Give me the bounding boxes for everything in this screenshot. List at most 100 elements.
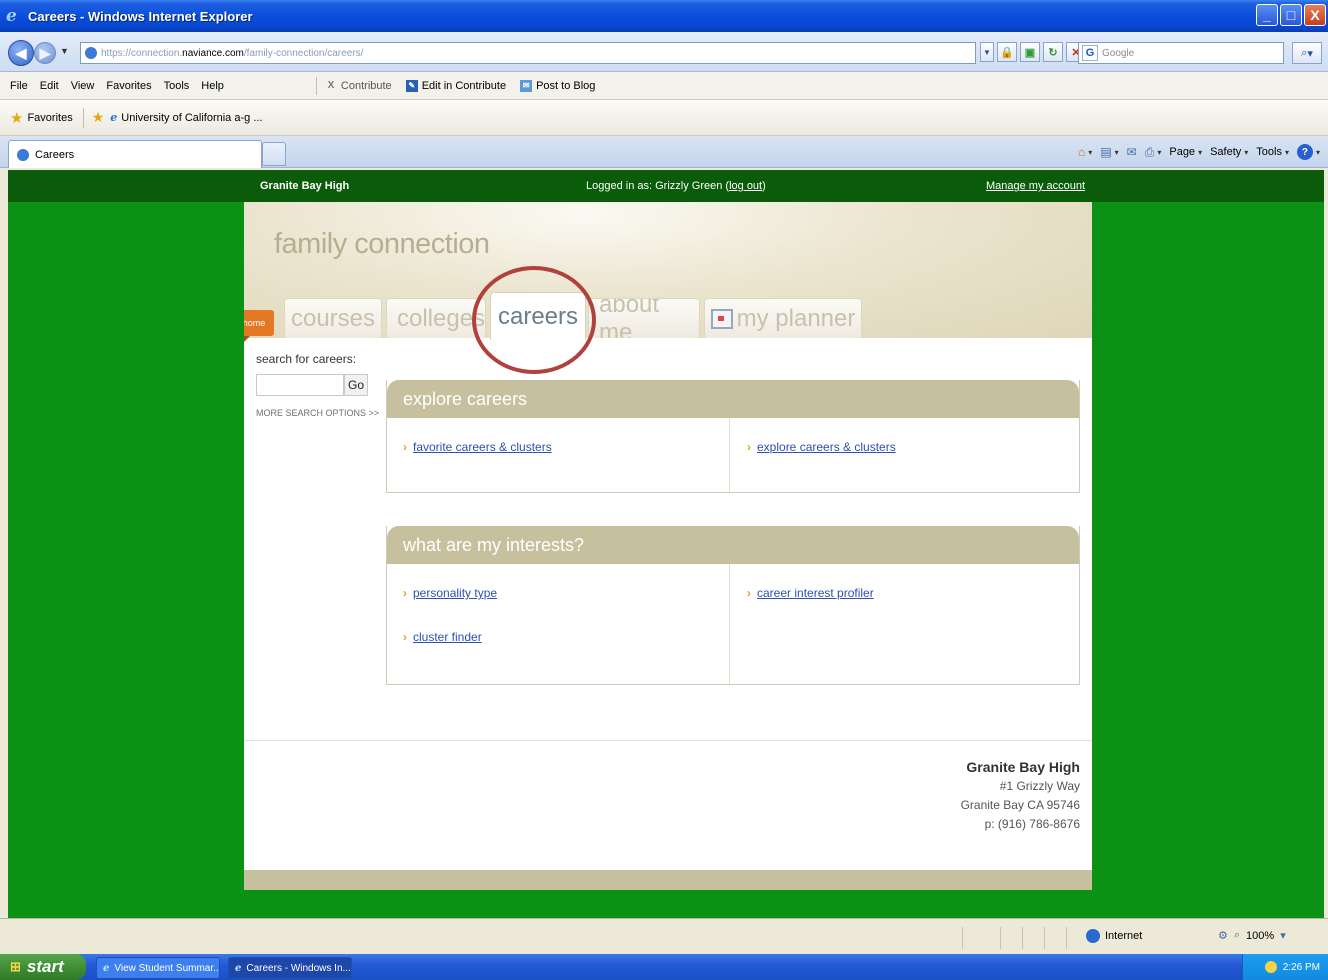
feeds-icon[interactable]: ▤ — [1100, 145, 1111, 159]
ie-page-icon: e — [110, 111, 118, 124]
menu-separator — [315, 76, 317, 95]
security-zone[interactable]: Internet — [1086, 929, 1142, 943]
post-to-blog-label: Post to Blog — [536, 79, 596, 92]
career-search-input[interactable] — [256, 374, 344, 396]
tab-about-me[interactable]: about me — [588, 298, 700, 338]
compatibility-icon[interactable]: ▣ — [1020, 42, 1040, 62]
logged-in-prefix: Logged in as: Grizzly Green ( — [586, 180, 730, 192]
tab-courses[interactable]: courses — [284, 298, 382, 338]
favorites-button[interactable]: Favorites — [27, 112, 72, 124]
print-icon[interactable]: ⎙ — [1145, 145, 1155, 160]
menu-help[interactable]: Help — [195, 80, 230, 92]
edit-in-contribute-button[interactable]: ✎ Edit in Contribute — [405, 79, 506, 92]
panel-divider — [729, 564, 730, 684]
safety-menu[interactable]: Safety — [1210, 146, 1241, 158]
print-dropdown-icon[interactable]: ▾ — [1157, 148, 1161, 157]
taskbar-item-label: View Student Summar... — [114, 962, 220, 974]
status-bar: Internet ⚙ ⌕ 100% ▾ — [0, 918, 1328, 954]
contribute-icon: X — [327, 80, 335, 91]
contribute-label: Contribute — [340, 79, 392, 92]
card-bottom-bar — [244, 870, 1092, 890]
zoom-control[interactable]: ⚙ ⌕ 100% ▾ — [1218, 929, 1286, 942]
url-domain: naviance.com — [182, 47, 244, 59]
mail-icon[interactable]: ✉ — [1127, 145, 1137, 159]
taskbar-item-student-summary[interactable]: e View Student Summar... — [96, 957, 220, 979]
career-interest-profiler-item: › career interest profiler — [747, 586, 874, 600]
chevron-right-icon: › — [747, 586, 751, 600]
search-button[interactable]: ⌕ ▾ — [1292, 42, 1322, 64]
logged-in-status: Logged in as: Grizzly Green (log out) — [586, 180, 766, 192]
address-dropdown-icon[interactable]: ▼ — [980, 42, 994, 62]
home-icon[interactable]: ⌂ — [1078, 145, 1085, 159]
taskbar-item-label: Careers - Windows In... — [246, 962, 351, 974]
favorite-careers-link[interactable]: favorite careers & clusters — [413, 440, 552, 454]
tab-careers[interactable]: careers — [490, 292, 586, 340]
add-favorite-icon[interactable]: ★ — [92, 109, 105, 126]
edit-contribute-icon: ✎ — [405, 79, 418, 92]
tools-menu[interactable]: Tools — [1256, 146, 1282, 158]
menu-tools[interactable]: Tools — [158, 80, 196, 92]
back-arrow-icon: ◀ — [15, 44, 27, 61]
menu-edit[interactable]: Edit — [34, 80, 65, 92]
manage-account-link[interactable]: Manage my account — [986, 180, 1085, 192]
back-button[interactable]: ◀ — [8, 40, 34, 66]
zoom-magnifier-icon: ⌕ — [1233, 929, 1241, 941]
clock: 2:26 PM — [1282, 961, 1320, 973]
logout-link[interactable]: log out — [729, 180, 762, 192]
explore-careers-link[interactable]: explore careers & clusters — [757, 440, 896, 454]
school-address: Granite Bay High #1 Grizzly Way Granite … — [961, 758, 1080, 834]
cluster-finder-link[interactable]: cluster finder — [413, 630, 482, 644]
start-label: start — [26, 957, 64, 976]
more-search-options-link[interactable]: MORE SEARCH OPTIONS >> — [256, 408, 379, 418]
maximize-button[interactable]: □ — [1280, 4, 1302, 26]
contribute-button[interactable]: X Contribute — [325, 80, 392, 92]
url-path: /family-connection/careers/ — [243, 47, 364, 59]
cluster-finder-item: › cluster finder — [403, 630, 482, 644]
help-dropdown-icon[interactable]: ▾ — [1316, 148, 1320, 157]
home-dropdown-icon[interactable]: ▾ — [1088, 148, 1092, 157]
minimize-button[interactable]: _ — [1256, 4, 1278, 26]
career-interest-profiler-link[interactable]: career interest profiler — [757, 586, 874, 600]
status-segment — [1066, 927, 1067, 949]
personality-type-link[interactable]: personality type — [413, 586, 497, 600]
tools-dropdown-icon[interactable]: ▾ — [1285, 148, 1289, 157]
search-input[interactable]: G Google — [1078, 42, 1284, 64]
tray-network-icon[interactable] — [1264, 961, 1277, 973]
browser-tab-careers[interactable]: Careers — [8, 140, 262, 168]
footer-phone: p: (916) 786-8676 — [984, 817, 1080, 831]
start-button[interactable]: ⊞ start — [0, 954, 86, 980]
new-tab-button[interactable] — [262, 142, 286, 166]
tab-my-planner[interactable]: my planner — [704, 298, 862, 338]
menu-file[interactable]: File — [4, 80, 34, 92]
career-search-go-button[interactable]: Go — [344, 374, 368, 396]
internet-globe-icon — [1086, 929, 1100, 943]
tab-site-icon — [17, 148, 29, 161]
menu-view[interactable]: View — [65, 80, 101, 92]
help-icon[interactable]: ? — [1296, 144, 1313, 160]
chevron-right-icon: › — [403, 630, 407, 644]
site-globe-icon — [85, 47, 97, 59]
close-button[interactable]: X — [1304, 4, 1326, 26]
favorites-star-icon[interactable]: ★ — [10, 109, 23, 127]
post-to-blog-button[interactable]: ✉ Post to Blog — [520, 79, 596, 92]
page-menu[interactable]: Page — [1169, 146, 1195, 158]
favorite-link[interactable]: e University of California a-g ... — [110, 111, 262, 124]
forward-button[interactable]: ▶ — [34, 42, 56, 64]
magnifier-icon: ⌕ — [1301, 46, 1308, 59]
taskbar-item-careers[interactable]: e Careers - Windows In... — [228, 957, 352, 979]
feeds-dropdown-icon[interactable]: ▾ — [1115, 148, 1119, 157]
history-dropdown-icon[interactable]: ▼ — [60, 46, 69, 56]
tab-home[interactable]: home — [244, 310, 274, 342]
explore-careers-item: › explore careers & clusters — [747, 440, 896, 454]
page-dropdown-icon[interactable]: ▾ — [1198, 148, 1202, 157]
refresh-icon[interactable]: ↻ — [1043, 42, 1063, 62]
address-input[interactable]: https://connection. naviance.com/family-c… — [80, 42, 976, 64]
tab-my-planner-label: my planner — [736, 304, 856, 332]
lock-icon[interactable]: 🔒 — [997, 42, 1017, 62]
safety-dropdown-icon[interactable]: ▾ — [1244, 148, 1248, 157]
menu-favorites[interactable]: Favorites — [100, 80, 157, 92]
tab-colleges[interactable]: colleges — [386, 298, 486, 338]
footer-city: Granite Bay CA 95746 — [960, 798, 1080, 812]
panel-divider — [729, 418, 730, 492]
window-title-bar[interactable]: e Careers - Windows Internet Explorer _ … — [0, 0, 1328, 32]
